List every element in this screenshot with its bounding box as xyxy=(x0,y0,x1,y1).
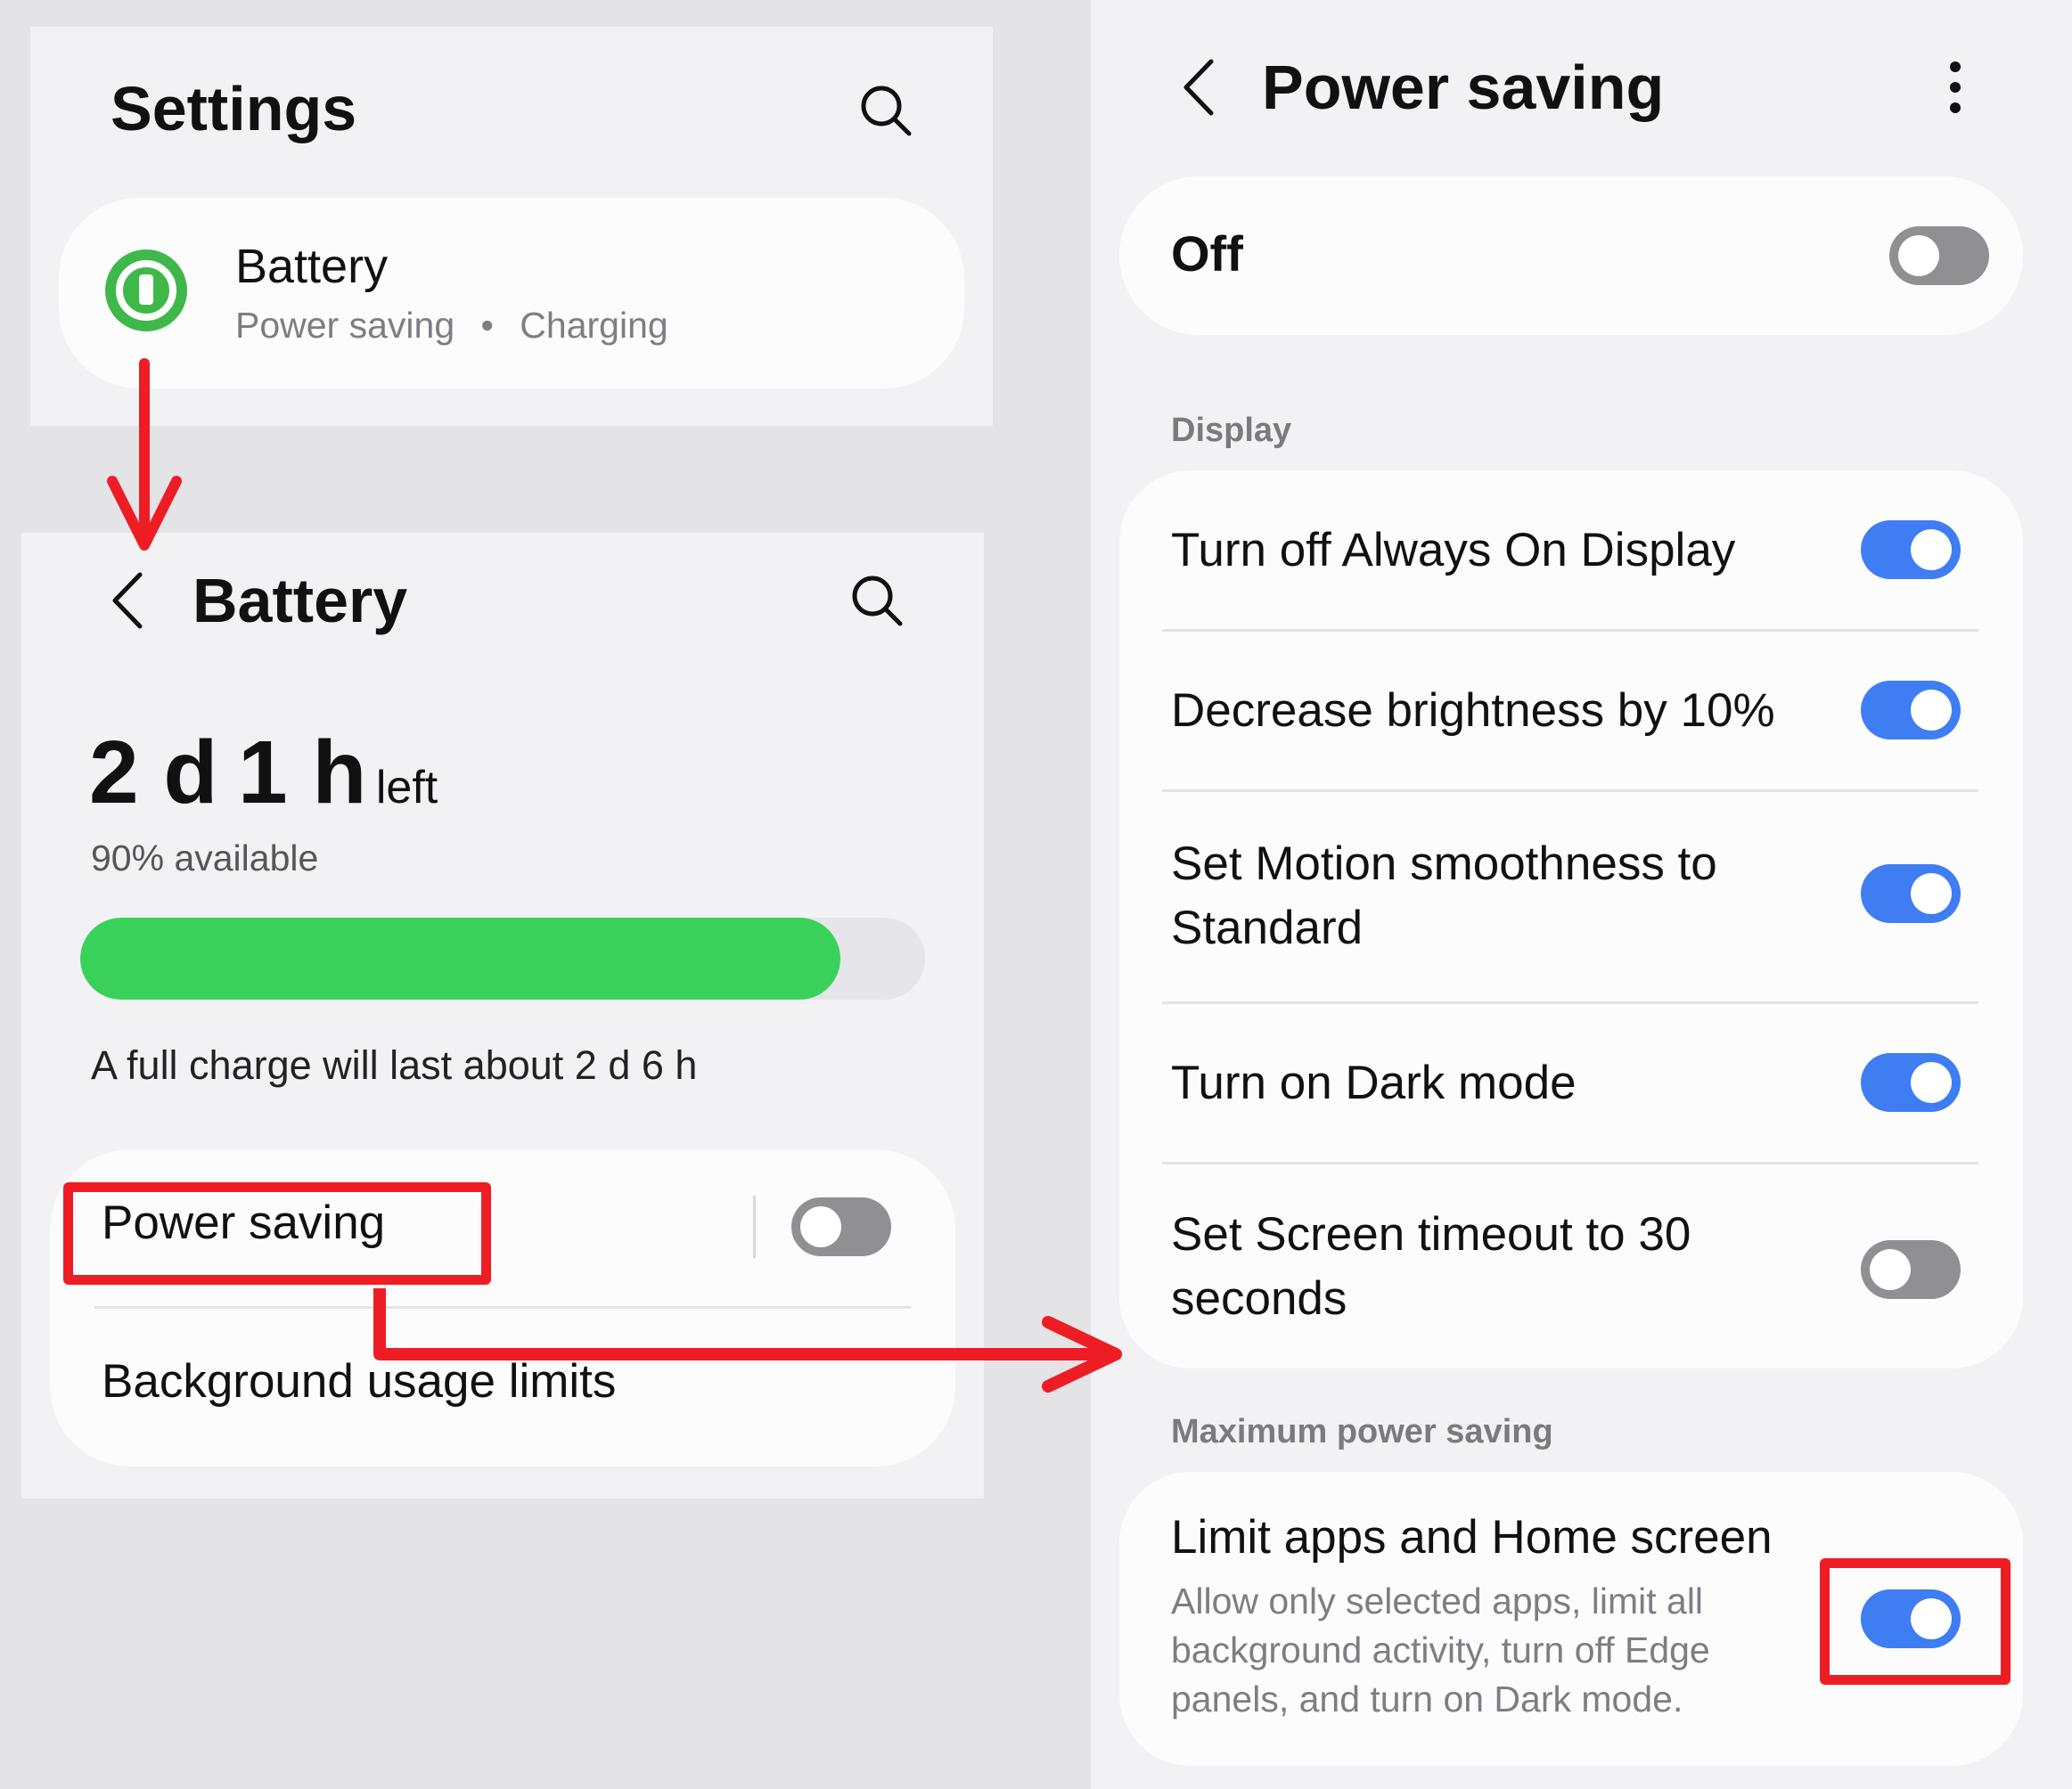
power-saving-panel: Power saving Off Display Turn off Always… xyxy=(1091,0,2072,1789)
settings-panel: Settings Battery Power saving • Charging xyxy=(30,27,993,426)
limit-apps-description: Allow only selected apps, limit all back… xyxy=(1171,1577,1710,1724)
limit-apps-title: Limit apps and Home screen xyxy=(1171,1511,1773,1564)
option-label-line2: seconds xyxy=(1171,1272,1347,1325)
option-label: Turn off Always On Display xyxy=(1171,524,1736,576)
max-power-saving-section-header: Maximum power saving xyxy=(1171,1413,1553,1450)
battery-item[interactable]: Battery Power saving • Charging xyxy=(59,198,964,388)
time-remaining: 2 d 1 h left xyxy=(89,722,438,824)
power-saving-master-toggle[interactable] xyxy=(1889,226,1989,285)
page-title: Battery xyxy=(192,566,408,635)
battery-item-title: Battery xyxy=(235,240,389,293)
option-label-line2: Standard xyxy=(1171,902,1364,954)
option-label: Turn on Dark mode xyxy=(1171,1057,1577,1109)
battery-icon xyxy=(105,249,187,331)
toggle-knob xyxy=(1911,529,1952,570)
toggle-knob xyxy=(1911,690,1952,731)
description-line: Allow only selected apps, limit all xyxy=(1171,1581,1704,1622)
screen-timeout-toggle[interactable] xyxy=(1861,1240,1961,1299)
motion-smoothness-toggle[interactable] xyxy=(1861,864,1961,923)
back-icon[interactable] xyxy=(96,565,159,636)
description-line: background activity, turn off Edge xyxy=(1171,1630,1710,1671)
display-section-header: Display xyxy=(1171,412,1292,449)
option-screen-timeout[interactable]: Set Screen timeout to 30 seconds xyxy=(1119,1164,2023,1368)
toggle-knob xyxy=(1898,235,1939,276)
toggle-separator xyxy=(753,1196,756,1258)
time-suffix: left xyxy=(375,762,438,813)
highlight-limit-apps-toggle xyxy=(1820,1558,2011,1685)
description-line: panels, and turn on Dark mode. xyxy=(1171,1679,1683,1720)
battery-item-subtitle: Power saving • Charging xyxy=(235,305,668,347)
option-decrease-brightness[interactable]: Decrease brightness by 10% xyxy=(1119,631,2023,789)
option-dark-mode[interactable]: Turn on Dark mode xyxy=(1119,1003,2023,1162)
option-motion-smoothness[interactable]: Set Motion smoothness to Standard xyxy=(1119,791,2023,1001)
divider xyxy=(94,1306,911,1309)
toggle-knob xyxy=(1870,1249,1911,1290)
dark-mode-toggle[interactable] xyxy=(1861,1053,1961,1112)
power-saving-toggle[interactable] xyxy=(791,1197,891,1256)
highlight-power-saving xyxy=(63,1182,491,1285)
power-saving-master-card[interactable]: Off xyxy=(1119,176,2023,335)
background-usage-limits-label: Background usage limits xyxy=(102,1355,617,1408)
option-label-line1: Set Screen timeout to 30 xyxy=(1171,1208,1691,1261)
option-label-line1: Set Motion smoothness to xyxy=(1171,837,1717,890)
battery-panel: Battery 2 d 1 h left 90% available A ful… xyxy=(21,533,984,1499)
battery-bar-fill xyxy=(80,918,841,1000)
option-always-on-display[interactable]: Turn off Always On Display xyxy=(1119,470,2023,629)
decrease-brightness-toggle[interactable] xyxy=(1861,681,1961,739)
power-saving-status: Off xyxy=(1171,225,1243,282)
full-charge-estimate: A full charge will last about 2 d 6 h xyxy=(91,1042,698,1088)
subtitle-charging: Charging xyxy=(520,305,668,346)
background-usage-limits-row[interactable]: Background usage limits xyxy=(50,1310,955,1466)
always-on-display-toggle[interactable] xyxy=(1861,520,1961,579)
time-days: 2 d xyxy=(89,723,218,822)
back-icon[interactable] xyxy=(1167,52,1230,123)
more-options-icon[interactable] xyxy=(1929,52,1982,123)
battery-bar-track xyxy=(80,918,925,1000)
page-title: Settings xyxy=(111,74,357,143)
search-icon[interactable] xyxy=(841,565,913,636)
option-label: Decrease brightness by 10% xyxy=(1171,684,1775,737)
battery-available: 90% available xyxy=(91,837,319,878)
subtitle-separator: • xyxy=(480,305,494,346)
toggle-knob xyxy=(800,1206,841,1247)
search-icon[interactable] xyxy=(850,75,921,146)
time-hours: 1 h xyxy=(237,723,367,822)
display-options-card: Turn off Always On Display Decrease brig… xyxy=(1119,470,2023,1368)
toggle-knob xyxy=(1911,873,1952,914)
toggle-knob xyxy=(1911,1062,1952,1103)
page-title: Power saving xyxy=(1262,53,1665,122)
subtitle-power-saving: Power saving xyxy=(235,305,455,346)
